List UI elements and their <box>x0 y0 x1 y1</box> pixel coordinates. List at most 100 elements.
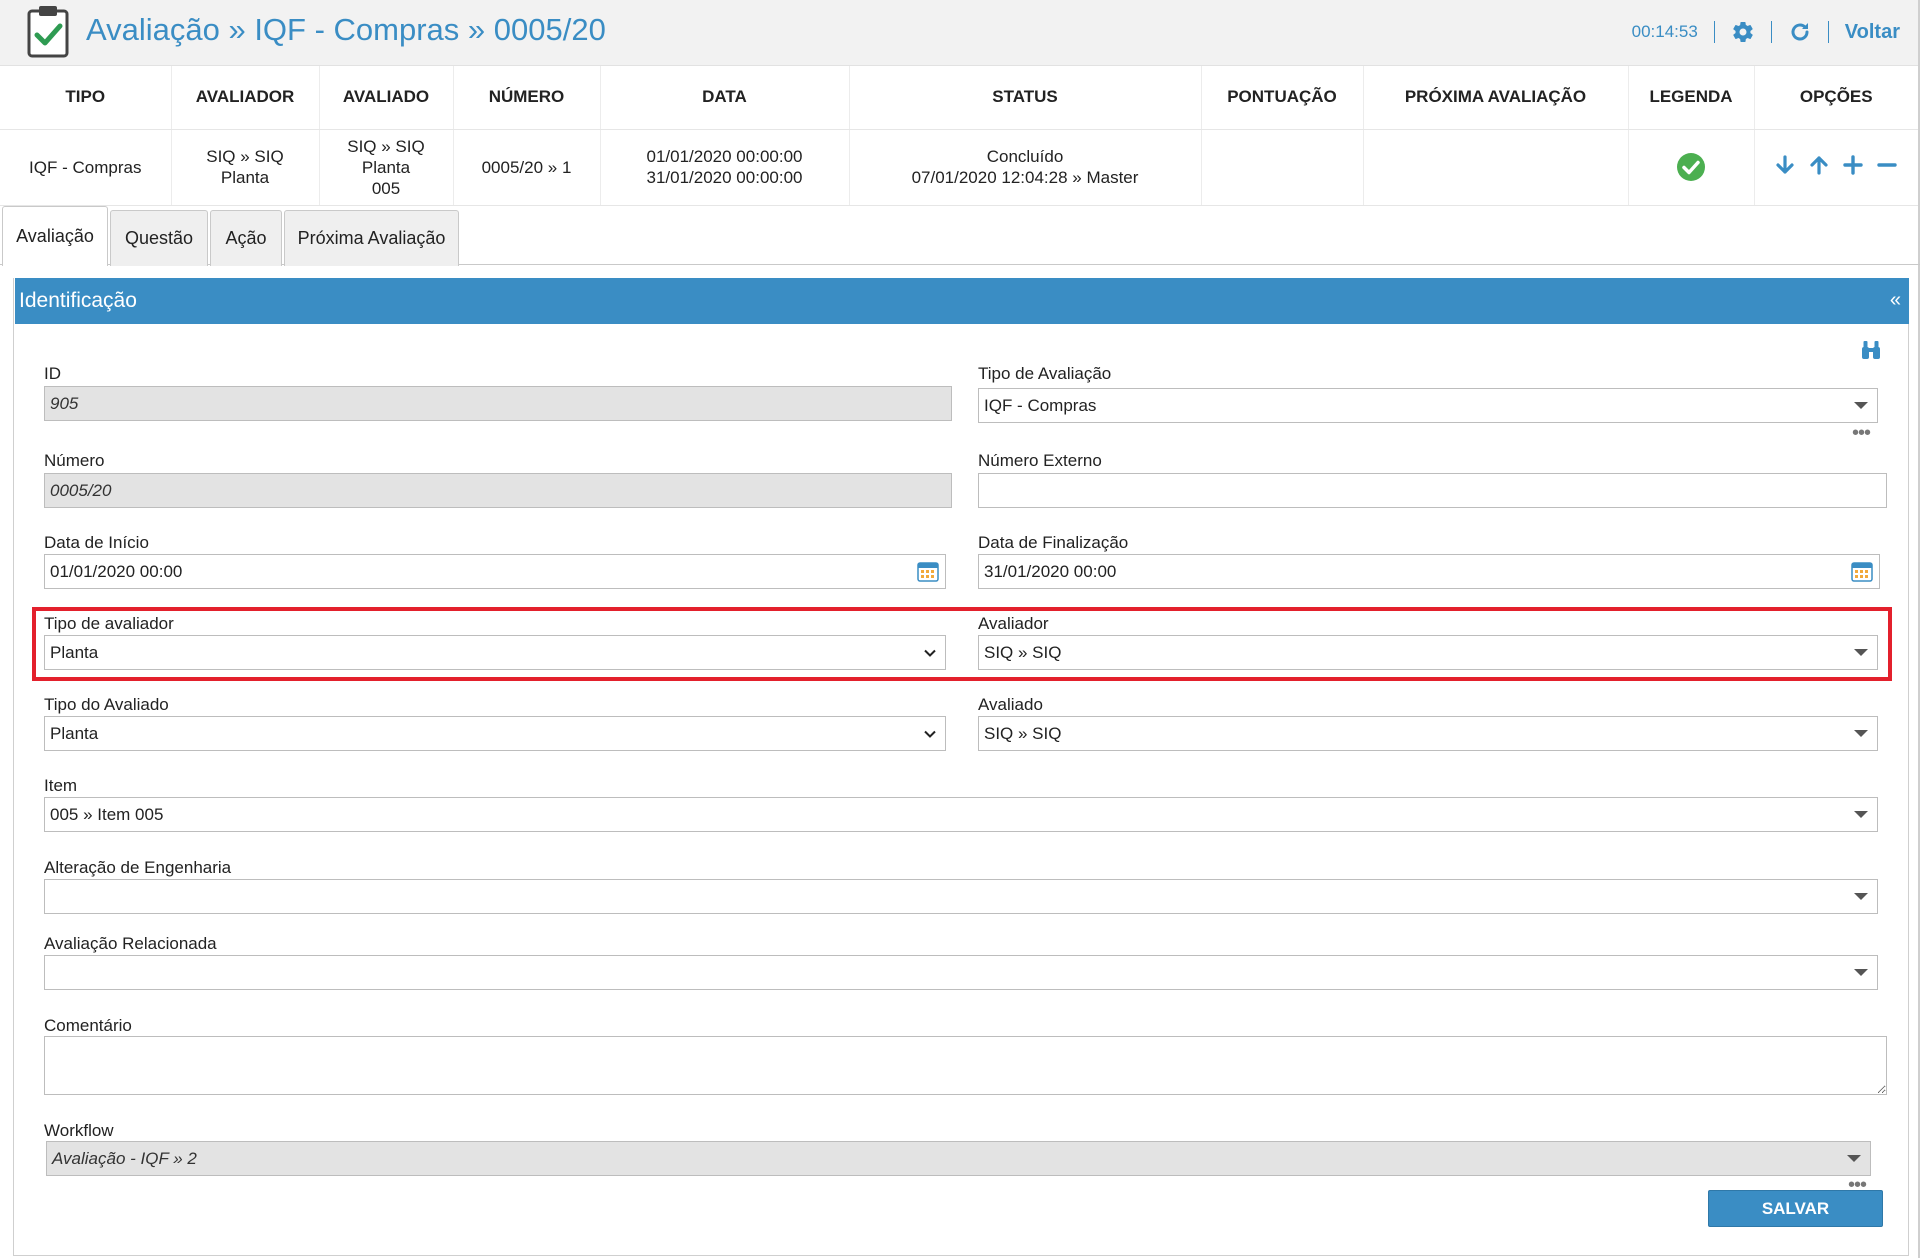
divider <box>1713 21 1715 43</box>
evaluation-summary-table: TIPO AVALIADOR AVALIADO NÚMERO DATA STAT… <box>0 66 1918 206</box>
panel-header[interactable]: Identificação « <box>15 278 1909 324</box>
avaliador-value: SIQ » SIQ <box>984 642 1062 662</box>
item-value: 005 » Item 005 <box>50 804 164 824</box>
relacionada-label: Avaliação Relacionada <box>44 934 217 953</box>
alteracao-select[interactable] <box>44 879 1878 914</box>
column-header: AVALIADO <box>319 66 454 130</box>
tab-questao[interactable]: Questão <box>110 210 208 266</box>
tipo-avaliador-label: Tipo de avaliador <box>44 614 174 633</box>
comentario-textarea[interactable] <box>44 1036 1887 1095</box>
tab-bar: Avaliação Questão Ação Próxima Avaliação <box>0 206 1920 266</box>
avaliador-label: Avaliador <box>978 614 1049 633</box>
collapse-icon[interactable]: « <box>1890 289 1901 312</box>
cell-line: 07/01/2020 12:04:28 » Master <box>911 168 1139 187</box>
tipo-avaliado-value: Planta <box>50 723 99 743</box>
caret-down-icon <box>1854 893 1868 900</box>
column-header: PRÓXIMA AVALIAÇÃO <box>1363 66 1629 130</box>
avaliado-value: SIQ » SIQ <box>984 723 1062 743</box>
cell-line: Concluído <box>986 147 1064 166</box>
item-select[interactable]: 005 » Item 005 <box>44 797 1878 832</box>
avaliador-select[interactable]: SIQ » SIQ <box>978 635 1878 670</box>
check-circle-icon <box>1677 153 1705 181</box>
column-header: AVALIADOR <box>171 66 320 130</box>
cell-line: Planta <box>220 168 270 187</box>
numero-externo-input[interactable] <box>978 473 1887 508</box>
refresh-icon[interactable] <box>1788 20 1812 44</box>
cell-avaliador: SIQ » SIQ Planta <box>171 129 320 206</box>
tab-avaliacao[interactable]: Avaliação <box>2 206 108 266</box>
gear-icon[interactable] <box>1731 20 1755 44</box>
binoculars-icon[interactable] <box>1860 339 1882 361</box>
caret-down-icon <box>1847 1155 1861 1162</box>
numero-label: Número <box>44 451 105 470</box>
alteracao-label: Alteração de Engenharia <box>44 858 232 877</box>
cell-data: 01/01/2020 00:00:00 31/01/2020 00:00:00 <box>600 129 850 206</box>
cell-line: SIQ » SIQ <box>347 136 425 156</box>
page-header: Avaliação » IQF - Compras » 0005/20 00:1… <box>0 0 1920 66</box>
numero-externo-label: Número Externo <box>978 451 1102 470</box>
plus-icon[interactable] <box>1842 154 1864 176</box>
cell-opcoes <box>1754 129 1918 206</box>
cell-line: 005 <box>371 178 401 198</box>
workflow-select: Avaliação - IQF » 2 <box>46 1141 1871 1176</box>
cell-line: SIQ » SIQ <box>206 147 284 166</box>
cell-status: Concluído 07/01/2020 12:04:28 » Master <box>849 129 1202 206</box>
cell-line: Planta <box>361 157 411 177</box>
data-inicio-label: Data de Início <box>44 533 149 552</box>
caret-down-icon <box>1854 402 1868 409</box>
chevron-down-icon <box>924 730 936 738</box>
tipo-avaliado-label: Tipo do Avaliado <box>44 695 169 714</box>
column-header: OPÇÕES <box>1754 66 1918 130</box>
id-field: 905 <box>44 386 952 421</box>
column-header: NÚMERO <box>453 66 601 130</box>
arrow-down-icon[interactable] <box>1774 154 1796 176</box>
more-options-icon[interactable]: ••• <box>1852 423 1871 443</box>
tipo-avaliador-value: Planta <box>50 642 99 662</box>
minus-icon[interactable] <box>1876 154 1898 176</box>
divider <box>1770 21 1772 43</box>
more-options-icon[interactable]: ••• <box>1848 1175 1867 1195</box>
tipo-avaliacao-label: Tipo de Avaliação <box>978 364 1112 383</box>
cell-numero: 0005/20 » 1 <box>453 129 601 206</box>
page-title: Avaliação » IQF - Compras » 0005/20 <box>86 12 606 47</box>
cell-pontuacao <box>1201 129 1364 206</box>
chevron-down-icon <box>924 649 936 657</box>
save-button[interactable]: SALVAR <box>1708 1190 1883 1227</box>
data-fim-input[interactable]: 31/01/2020 00:00 <box>978 554 1880 589</box>
numero-field: 0005/20 <box>44 473 952 508</box>
column-header: LEGENDA <box>1628 66 1755 130</box>
clipboard-check-icon <box>27 6 69 58</box>
session-timer: 00:14:53 <box>1631 22 1698 41</box>
avaliado-select[interactable]: SIQ » SIQ <box>978 716 1878 751</box>
data-fim-value: 31/01/2020 00:00 <box>984 561 1117 581</box>
calendar-icon[interactable] <box>917 561 939 582</box>
identification-panel <box>13 278 1909 1256</box>
data-fim-label: Data de Finalização <box>978 533 1129 552</box>
table-header-row: TIPO AVALIADOR AVALIADO NÚMERO DATA STAT… <box>0 66 1918 130</box>
workflow-value: Avaliação - IQF » 2 <box>52 1148 197 1168</box>
comentario-label: Comentário <box>44 1016 132 1035</box>
tab-acao[interactable]: Ação <box>210 210 282 266</box>
cell-proxima <box>1363 129 1629 206</box>
caret-down-icon <box>1854 730 1868 737</box>
divider <box>1827 21 1829 43</box>
relacionada-select[interactable] <box>44 955 1878 990</box>
avaliado-label: Avaliado <box>978 695 1043 714</box>
arrow-up-icon[interactable] <box>1808 154 1830 176</box>
column-header: DATA <box>600 66 850 130</box>
data-inicio-value: 01/01/2020 00:00 <box>50 561 183 581</box>
workflow-label: Workflow <box>44 1121 114 1140</box>
tab-proxima-avaliacao[interactable]: Próxima Avaliação <box>284 210 459 266</box>
caret-down-icon <box>1854 811 1868 818</box>
caret-down-icon <box>1854 649 1868 656</box>
data-inicio-input[interactable]: 01/01/2020 00:00 <box>44 554 946 589</box>
tipo-avaliado-select[interactable]: Planta <box>44 716 946 751</box>
calendar-icon[interactable] <box>1851 561 1873 582</box>
tipo-avaliacao-value: IQF - Compras <box>984 395 1097 415</box>
back-link[interactable]: Voltar <box>1845 21 1900 44</box>
table-row: IQF - Compras SIQ » SIQ Planta SIQ » SIQ… <box>0 129 1918 206</box>
tipo-avaliador-select[interactable]: Planta <box>44 635 946 670</box>
column-header: PONTUAÇÃO <box>1201 66 1364 130</box>
cell-avaliado: SIQ » SIQ Planta 005 <box>319 129 454 206</box>
tipo-avaliacao-select[interactable]: IQF - Compras <box>978 388 1878 423</box>
